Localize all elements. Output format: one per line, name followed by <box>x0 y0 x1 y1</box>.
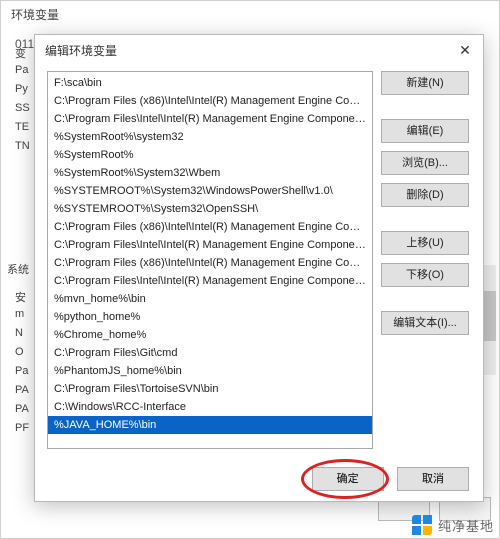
path-row[interactable]: %SYSTEMROOT%\System32\WindowsPowerShell\… <box>48 182 372 200</box>
parent-title: 环境变量 <box>1 1 499 29</box>
path-row[interactable]: C:\Program Files\Intel\Intel(R) Manageme… <box>48 272 372 290</box>
watermark-text: 纯净基地 <box>438 516 494 535</box>
path-row[interactable]: %SystemRoot% <box>48 146 372 164</box>
path-row[interactable]: C:\Windows\RCC-Interface <box>48 398 372 416</box>
parent-scrollbar-thumb[interactable] <box>483 291 496 341</box>
path-row[interactable]: C:\Program Files (x86)\Intel\Intel(R) Ma… <box>48 254 372 272</box>
path-row[interactable]: C:\Program Files\Git\cmd <box>48 344 372 362</box>
path-row[interactable]: %Chrome_home% <box>48 326 372 344</box>
move-up-button[interactable]: 上移(U) <box>381 231 469 255</box>
edit-text-button[interactable]: 编辑文本(I)... <box>381 311 469 335</box>
sys-header: 系统 <box>7 261 29 277</box>
edit-button[interactable]: 编辑(E) <box>381 119 469 143</box>
path-row[interactable]: %SystemRoot%\System32\Wbem <box>48 164 372 182</box>
move-down-button[interactable]: 下移(O) <box>381 263 469 287</box>
path-row[interactable]: %python_home% <box>48 308 372 326</box>
path-row[interactable]: C:\Program Files\TortoiseSVN\bin <box>48 380 372 398</box>
close-icon[interactable]: ✕ <box>453 38 477 62</box>
path-row[interactable]: %SystemRoot%\system32 <box>48 128 372 146</box>
path-row[interactable]: %mvn_home%\bin <box>48 290 372 308</box>
path-listbox[interactable]: F:\sca\binC:\Program Files (x86)\Intel\I… <box>47 71 373 449</box>
edit-env-dialog: 编辑环境变量 ✕ F:\sca\binC:\Program Files (x86… <box>34 34 484 502</box>
cancel-button[interactable]: 取消 <box>397 467 469 491</box>
path-row[interactable]: C:\Program Files (x86)\Intel\Intel(R) Ma… <box>48 92 372 110</box>
browse-button[interactable]: 浏览(B)... <box>381 151 469 175</box>
dialog-titlebar: 编辑环境变量 ✕ <box>35 35 483 65</box>
ok-button[interactable]: 确定 <box>312 467 384 491</box>
path-row[interactable]: C:\Program Files\Intel\Intel(R) Manageme… <box>48 110 372 128</box>
path-row[interactable]: %JAVA_HOME%\bin <box>48 416 372 434</box>
path-row[interactable]: %SYSTEMROOT%\System32\OpenSSH\ <box>48 200 372 218</box>
path-row[interactable]: F:\sca\bin <box>48 74 372 92</box>
watermark-logo-icon <box>412 515 432 535</box>
delete-button[interactable]: 删除(D) <box>381 183 469 207</box>
path-row[interactable]: %PhantomJS_home%\bin <box>48 362 372 380</box>
path-row[interactable]: C:\Program Files (x86)\Intel\Intel(R) Ma… <box>48 218 372 236</box>
new-button[interactable]: 新建(N) <box>381 71 469 95</box>
dialog-title: 编辑环境变量 <box>45 42 453 59</box>
path-row[interactable]: C:\Program Files\Intel\Intel(R) Manageme… <box>48 236 372 254</box>
watermark: 纯净基地 <box>412 515 494 535</box>
